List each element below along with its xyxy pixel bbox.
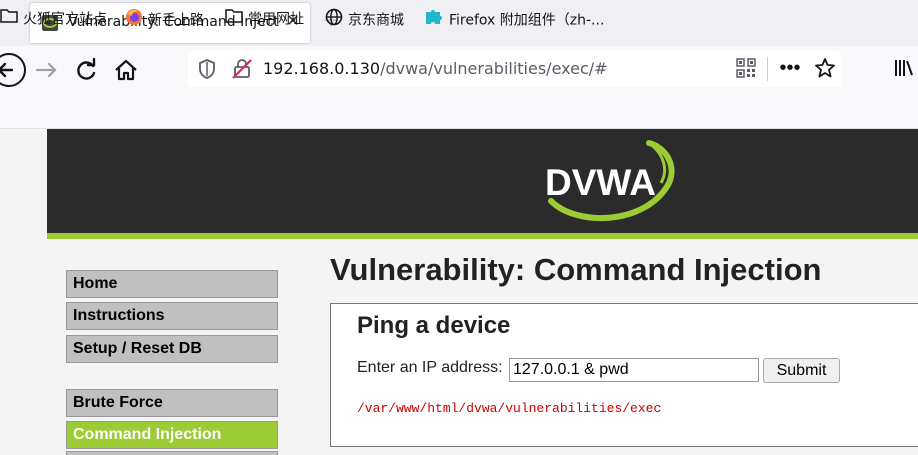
url-divider [767,57,768,81]
menu-item-brute-force[interactable]: Brute Force [66,389,278,417]
submit-button[interactable]: Submit [763,358,840,383]
bookmark-label: 火狐官方站点 [23,11,107,28]
page-margin [0,129,47,455]
url-path: /dvwa/vulnerabilities/exec/# [380,59,608,78]
bookmark-item[interactable]: 常用网址 [225,8,304,30]
bookmark-star-icon[interactable] [813,56,837,80]
menu-item-next[interactable] [66,451,278,455]
bookmarks-bar [0,92,918,129]
folder-icon [225,8,243,31]
back-button[interactable] [0,53,26,87]
firefox-icon [125,8,143,33]
dvwa-logo-text: DVWA [545,162,656,203]
command-output: /var/www/html/dvwa/vulnerabilities/exec [357,401,662,416]
bookmark-item[interactable]: 新手上路 [125,8,204,30]
dvwa-header: DVWA [47,129,918,233]
forward-button[interactable] [31,54,63,86]
puzzle-icon [424,8,444,33]
bookmark-label: 新手上路 [148,12,204,29]
panel-title: Ping a device [357,312,511,339]
reload-button[interactable] [71,54,103,86]
dvwa-logo: DVWA [537,139,687,229]
more-actions-icon[interactable]: ••• [778,56,802,80]
shield-icon[interactable] [197,58,217,80]
home-button[interactable] [110,54,142,86]
folder-icon [0,8,18,31]
ip-address-label: Enter an IP address: [357,359,503,376]
bookmark-label: 京东商城 [348,12,404,29]
menu-item-setup[interactable]: Setup / Reset DB [66,335,278,363]
menu-item-home[interactable]: Home [66,270,278,298]
url-host: 192.168.0.130 [263,59,381,78]
insecure-lock-icon[interactable] [230,57,254,81]
bookmark-item[interactable]: 京东商城 [325,8,404,30]
library-icon[interactable] [893,58,915,78]
globe-icon [325,8,343,33]
bookmark-item[interactable]: Firefox 附加组件（zh-... [424,8,604,30]
url-text[interactable]: 192.168.0.130/dvwa/vulnerabilities/exec/… [263,59,608,78]
menu-item-instructions[interactable]: Instructions [66,302,278,330]
page-title: Vulnerability: Command Injection [330,252,822,287]
bookmark-item[interactable]: 火狐官方站点 [0,8,107,30]
qr-code-icon[interactable] [736,58,756,78]
bookmark-label: 常用网址 [248,11,304,28]
menu-item-command-injection[interactable]: Command Injection [66,421,278,449]
bookmark-label: Firefox 附加组件（zh-... [449,12,605,29]
ip-address-input[interactable] [509,358,759,382]
